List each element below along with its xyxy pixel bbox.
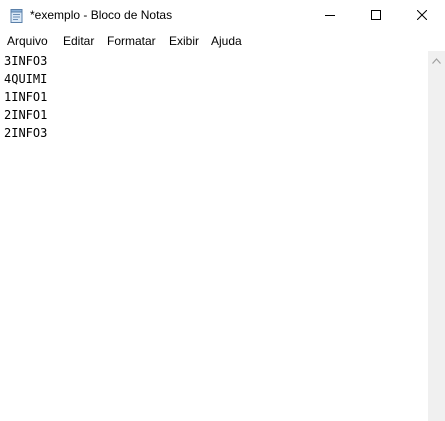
window-title: *exemplo - Bloco de Notas bbox=[30, 8, 173, 22]
editor-line: 3INFO3 bbox=[4, 54, 48, 68]
menu-ajuda[interactable]: Ajuda bbox=[211, 34, 242, 48]
minimize-button[interactable] bbox=[307, 0, 353, 31]
maximize-button[interactable] bbox=[353, 0, 399, 31]
notepad-window: *exemplo - Bloco de Notas Arquivo Editar… bbox=[0, 0, 445, 421]
menu-formatar[interactable]: Formatar bbox=[107, 34, 156, 48]
vertical-scrollbar[interactable] bbox=[428, 51, 445, 421]
editor-line: 4QUIMI bbox=[4, 72, 48, 86]
scroll-up-button[interactable] bbox=[428, 51, 445, 68]
close-button[interactable] bbox=[399, 0, 445, 31]
editor-line: 1INFO1 bbox=[4, 90, 48, 104]
notepad-icon[interactable] bbox=[9, 8, 24, 23]
menu-bar: Arquivo Editar Formatar Exibir Ajuda bbox=[0, 31, 445, 51]
minimize-icon bbox=[325, 7, 335, 25]
close-icon bbox=[416, 7, 428, 25]
text-editor[interactable]: 3INFO3 4QUIMI 1INFO1 2INFO1 2INFO3 bbox=[0, 51, 428, 421]
editor-line: 2INFO3 bbox=[4, 126, 48, 140]
maximize-icon bbox=[371, 7, 381, 25]
title-bar[interactable]: *exemplo - Bloco de Notas bbox=[0, 0, 445, 31]
menu-editar[interactable]: Editar bbox=[63, 34, 94, 48]
editor-line: 2INFO1 bbox=[4, 108, 48, 122]
chevron-up-icon bbox=[432, 51, 441, 69]
menu-arquivo[interactable]: Arquivo bbox=[7, 34, 48, 48]
menu-exibir[interactable]: Exibir bbox=[169, 34, 199, 48]
